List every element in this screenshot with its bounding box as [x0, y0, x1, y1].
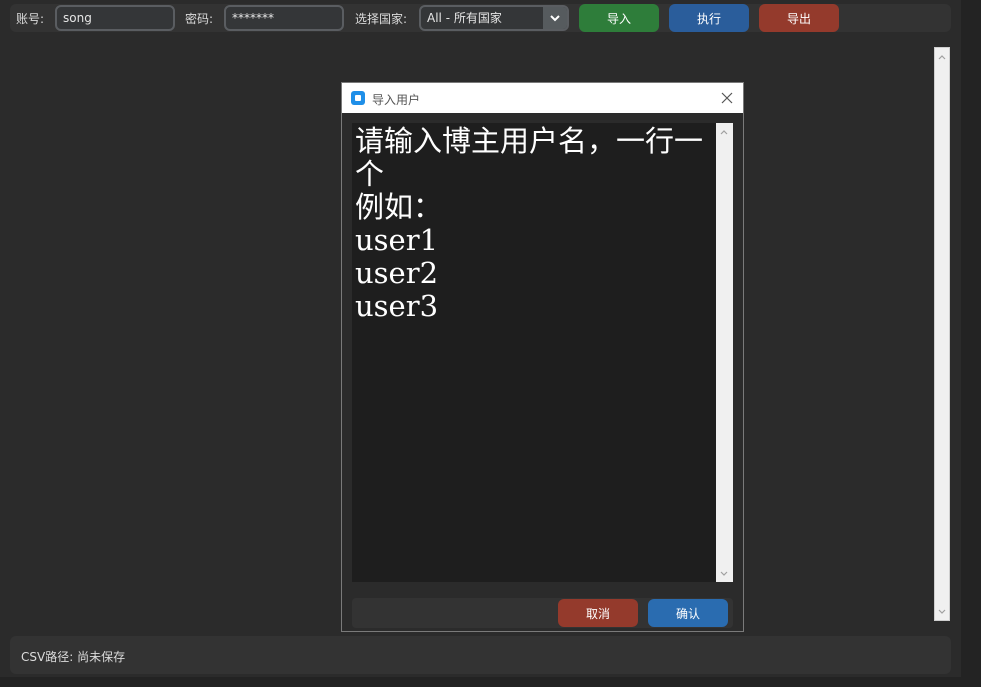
- usernames-textarea[interactable]: 请输入博主用户名，一行一个 例如： user1 user2 user3: [352, 123, 733, 582]
- password-label: 密码:: [185, 12, 214, 26]
- password-input[interactable]: *******: [224, 5, 344, 31]
- textarea-scrollbar[interactable]: [716, 123, 733, 582]
- cancel-button[interactable]: 取消: [558, 599, 638, 627]
- close-icon[interactable]: [717, 88, 737, 108]
- country-select-value: All - 所有国家: [427, 11, 502, 25]
- scroll-up-icon[interactable]: [935, 50, 949, 64]
- import-users-dialog: 导入用户 请输入博主用户名，一行一个 例如： user1 user2 user3…: [341, 82, 744, 632]
- scroll-up-icon[interactable]: [717, 125, 731, 139]
- account-label: 账号:: [16, 12, 45, 26]
- csv-path-text: CSV路径: 尚未保存: [21, 650, 126, 664]
- scroll-down-icon[interactable]: [717, 566, 731, 580]
- import-button[interactable]: 导入: [579, 4, 659, 32]
- account-input[interactable]: song: [55, 5, 175, 31]
- chevron-down-icon[interactable]: [543, 7, 567, 29]
- status-bar: CSV路径: 尚未保存: [10, 636, 951, 674]
- country-select[interactable]: All - 所有国家: [419, 5, 569, 31]
- window-bottom-edge: [0, 677, 961, 687]
- confirm-button[interactable]: 确认: [648, 599, 728, 627]
- country-label: 选择国家:: [355, 12, 408, 26]
- dialog-footer: 取消 确认: [352, 598, 733, 628]
- scroll-down-icon[interactable]: [935, 604, 949, 618]
- top-toolbar: 账号: song 密码: ******* 选择国家: All - 所有国家 导入…: [10, 4, 951, 32]
- dialog-title: 导入用户: [372, 93, 421, 107]
- export-button[interactable]: 导出: [759, 4, 839, 32]
- main-scrollbar[interactable]: [934, 47, 950, 621]
- app-icon: [351, 91, 365, 105]
- window-edge: [961, 0, 981, 687]
- dialog-titlebar[interactable]: 导入用户: [342, 83, 743, 113]
- usernames-textarea-content[interactable]: 请输入博主用户名，一行一个 例如： user1 user2 user3: [355, 125, 715, 323]
- run-button[interactable]: 执行: [669, 4, 749, 32]
